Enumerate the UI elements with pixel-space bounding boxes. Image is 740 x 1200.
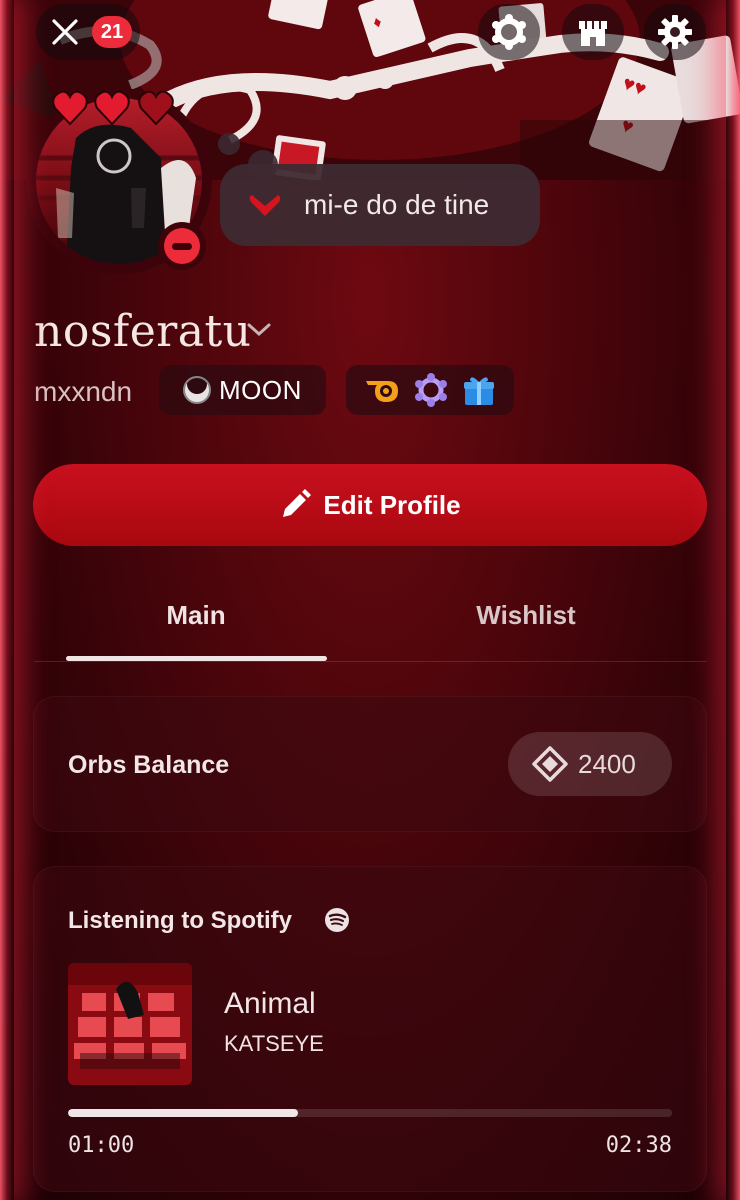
settings-button[interactable]	[644, 4, 706, 60]
playback-progress-fill	[68, 1109, 298, 1117]
shop-button[interactable]	[562, 4, 624, 60]
username: mxxndn	[34, 376, 133, 407]
spotify-card: Listening to Spotify Animal KATSEYE 01:0…	[33, 866, 707, 1192]
close-icon	[52, 19, 78, 45]
nitro-button[interactable]	[478, 4, 540, 60]
chevron-down-icon[interactable]	[246, 322, 272, 338]
orbs-label: Orbs Balance	[68, 751, 230, 779]
edit-profile-label: Edit Profile	[323, 489, 461, 520]
server-tag[interactable]: MOON	[159, 365, 326, 415]
dnd-icon	[164, 228, 200, 264]
badges-row	[346, 365, 514, 415]
status-text: mi-e do de tine	[304, 189, 490, 220]
shop-icon	[579, 21, 607, 46]
heart-icon	[249, 195, 281, 216]
elapsed-time: 01:00	[68, 1133, 135, 1158]
song-title: Animal	[224, 987, 316, 1020]
orbs-card: Orbs Balance 2400	[33, 696, 707, 832]
orb-icon	[532, 746, 568, 782]
tab-wishlist[interactable]: Wishlist	[396, 600, 656, 631]
server-tag-label: MOON	[219, 374, 302, 405]
close-button[interactable]: 21	[36, 4, 140, 60]
hypesquad-icon[interactable]	[364, 375, 400, 405]
spotify-icon[interactable]	[324, 907, 350, 933]
heart-decoration	[52, 90, 174, 126]
spotify-title: Listening to Spotify	[68, 907, 292, 934]
edge-glow-left	[0, 0, 14, 1200]
tab-divider	[34, 661, 707, 662]
status-indicator	[158, 222, 206, 270]
playback-progress-bar[interactable]	[68, 1109, 672, 1117]
custom-status-bubble[interactable]: mi-e do de tine	[220, 164, 540, 246]
orbs-value: 2400	[578, 748, 636, 779]
orbs-balance-pill[interactable]: 2400	[508, 732, 672, 796]
total-duration: 02:38	[605, 1133, 672, 1158]
heart-icon	[52, 90, 88, 126]
pencil-icon	[283, 489, 312, 517]
bubble-tail-small	[218, 133, 240, 155]
notification-badge: 21	[92, 16, 132, 48]
tab-main[interactable]: Main	[66, 600, 326, 631]
edit-profile-button[interactable]: Edit Profile	[33, 464, 707, 546]
heart-icon	[94, 90, 130, 126]
display-name: nosferatu	[34, 306, 252, 357]
nitro-icon	[492, 14, 526, 50]
moon-icon	[183, 374, 211, 404]
song-artist: KATSEYE	[224, 1031, 324, 1056]
gear-icon	[658, 15, 692, 49]
heart-icon	[138, 90, 174, 126]
gift-icon[interactable]	[462, 373, 496, 407]
edge-glow-right	[726, 0, 740, 1200]
album-art[interactable]	[68, 963, 192, 1085]
nitro-badge-icon[interactable]	[413, 372, 449, 408]
